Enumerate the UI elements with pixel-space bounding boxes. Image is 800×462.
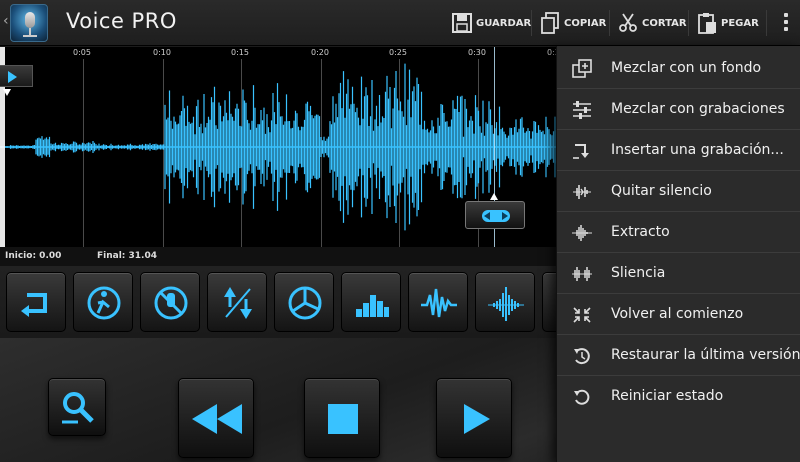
remove-silence-icon <box>573 185 591 199</box>
play-button[interactable] <box>436 378 512 458</box>
silence-icon <box>572 267 592 281</box>
mixer-dial-icon <box>288 286 322 320</box>
undo-button[interactable] <box>6 272 66 332</box>
zoom-button[interactable] <box>48 378 106 436</box>
copy-button[interactable]: COPIAR <box>540 8 606 38</box>
spectrum-button[interactable] <box>475 272 535 332</box>
speed-icon <box>87 286 121 320</box>
selection-range-bar: Inicio: 0.00 Final: 31.04 <box>0 247 560 267</box>
selection-start: Inicio: 0.00 <box>5 251 62 261</box>
reset-icon <box>574 389 590 405</box>
menu-item-label: Mezclar con grabaciones <box>611 101 785 117</box>
overflow-menu: Mezclar con un fondo Mezclar con grabaci… <box>556 46 800 462</box>
start-marker-arrow-icon <box>3 89 11 96</box>
menu-item-mix-recordings[interactable]: Mezclar con grabaciones <box>557 89 800 130</box>
menu-item-label: Restaurar la última versión <box>611 347 800 363</box>
start-handle[interactable] <box>0 65 33 87</box>
play-icon <box>464 404 490 434</box>
menu-item-insert-recording[interactable]: Insertar una grabación... <box>557 130 800 171</box>
pitch-button[interactable] <box>207 272 267 332</box>
app-logo-icon[interactable] <box>10 4 48 42</box>
waveform-effect-icon <box>421 288 457 318</box>
clipboard-icon <box>697 12 717 34</box>
stop-icon <box>328 404 358 434</box>
menu-item-remove-silence[interactable]: Quitar silencio <box>557 171 800 212</box>
mixer-dial-button[interactable] <box>274 272 334 332</box>
menu-item-reset-state[interactable]: Reiniciar estado <box>557 376 800 417</box>
save-button[interactable]: GUARDAR <box>452 8 531 38</box>
rewind-button[interactable] <box>178 378 254 458</box>
waveform-effect-button[interactable] <box>408 272 468 332</box>
divider <box>531 10 532 36</box>
app-title: Voice PRO <box>66 9 177 33</box>
end-marker-arrow-icon <box>490 193 498 200</box>
copy-icon <box>540 12 560 34</box>
back-caret-icon[interactable]: ‹ <box>3 13 9 29</box>
menu-item-label: Volver al comienzo <box>611 306 744 322</box>
equalizer-button[interactable] <box>341 272 401 332</box>
equalizer-icon <box>356 295 389 317</box>
menu-item-back-to-start[interactable]: Volver al comienzo <box>557 294 800 335</box>
menu-item-extract[interactable]: Extracto <box>557 212 800 253</box>
menu-item-silence[interactable]: Sliencia <box>557 253 800 294</box>
menu-item-label: Reiniciar estado <box>611 388 724 404</box>
selection-end: Final: 31.04 <box>97 251 157 261</box>
mix-background-icon <box>572 59 592 78</box>
overflow-menu-icon[interactable] <box>784 13 788 34</box>
menu-item-label: Mezclar con un fondo <box>611 60 762 76</box>
divider <box>688 10 689 36</box>
cut-label: CORTAR <box>642 17 687 29</box>
extract-icon <box>572 225 592 241</box>
no-vocals-icon <box>154 286 188 320</box>
restore-icon <box>574 348 590 365</box>
collapse-icon <box>573 307 591 323</box>
stop-button[interactable] <box>304 378 380 458</box>
speed-button[interactable] <box>73 272 133 332</box>
menu-item-restore-version[interactable]: Restaurar la última versión <box>557 335 800 376</box>
menu-item-label: Quitar silencio <box>611 183 712 199</box>
no-vocals-button[interactable] <box>140 272 200 332</box>
divider <box>766 10 767 36</box>
save-label: GUARDAR <box>476 17 532 29</box>
scissors-icon <box>618 12 638 34</box>
paste-button[interactable]: PEGAR <box>697 8 759 38</box>
copy-label: COPIAR <box>564 17 607 29</box>
action-bar: ‹ Voice PRO GUARDAR COPIAR CORTAR PEGAR <box>0 0 800 46</box>
insert-recording-icon <box>573 144 589 159</box>
rewind-icon <box>192 404 242 434</box>
divider <box>609 10 610 36</box>
save-icon <box>452 12 472 34</box>
cut-button[interactable]: CORTAR <box>618 8 687 38</box>
waveform-view[interactable]: 0:050:100:150:200:250:300:35 <box>0 47 560 247</box>
menu-item-label: Sliencia <box>611 265 666 281</box>
zoom-icon <box>62 392 94 424</box>
end-handle[interactable] <box>465 201 525 229</box>
undo-icon <box>21 293 47 317</box>
menu-item-label: Insertar una grabación... <box>611 142 784 158</box>
mix-sliders-icon <box>573 101 591 119</box>
spectrum-icon <box>488 287 524 321</box>
paste-label: PEGAR <box>721 17 759 29</box>
menu-item-label: Extracto <box>611 224 670 240</box>
menu-item-mix-background[interactable]: Mezclar con un fondo <box>557 48 800 89</box>
pitch-icon <box>224 287 252 319</box>
